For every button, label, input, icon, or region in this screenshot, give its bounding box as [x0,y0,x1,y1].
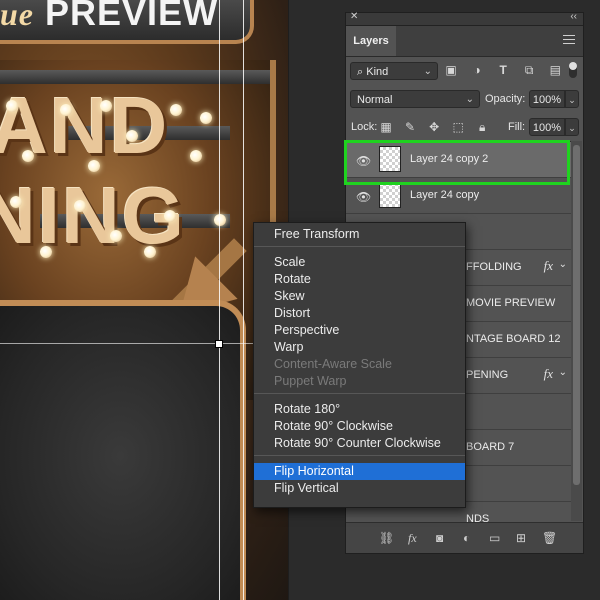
guide-line-vertical[interactable] [219,0,220,600]
lock-row: Lock: ▦ ✎ ✥ ⬚ 🔒︎ Fill: 100% ⌄ [346,113,583,141]
menu-item-flip-vertical[interactable]: Flip Vertical [254,480,465,497]
transform-handle[interactable] [215,340,223,348]
filter-icons: ▣ ◑ T ⧉ ▤ [444,63,571,78]
menu-item-perspective[interactable]: Perspective [254,322,465,339]
menu-item-warp[interactable]: Warp [254,339,465,356]
menu-item-puppet-warp: Puppet Warp [274,374,347,388]
lock-artboard-icon[interactable]: ⬚ [451,120,465,134]
opacity-chevron-icon[interactable]: ⌄ [565,90,579,108]
menu-item-content-aware-scale: Content-Aware Scale [274,357,392,371]
layer-row[interactable]: 👁︎ Layer 24 copy [346,178,571,214]
fill-chevron-icon[interactable]: ⌄ [565,118,579,136]
shape-filter-icon[interactable]: ⧉ [522,63,536,78]
chevron-down-icon[interactable]: ⌄ [559,259,567,270]
menu-item-rotate-180[interactable]: Rotate 180° [254,401,465,418]
banner-script-text: ue [0,0,34,32]
new-group-icon[interactable]: ▭ [489,531,500,545]
tab-layers[interactable]: Layers [346,26,396,56]
collapse-panel-icon[interactable]: ‹‹ [570,11,577,22]
menu-item-rotate[interactable]: Rotate [254,271,465,288]
layer-row[interactable]: 👁︎ Layer 24 copy 2 [346,142,571,178]
trash-icon[interactable]: 🗑︎ [542,531,557,545]
layer-name: PENING [466,369,509,381]
dark-panel-artwork [0,300,246,600]
lock-transparent-icon[interactable]: ▦ [379,120,393,134]
menu-separator [254,393,465,394]
panel-footer: ⛓ fx ◙ ◐ ▭ ⊞ 🗑︎ [346,522,583,553]
marquee-word-2: NING [0,171,186,260]
layer-mask-icon[interactable]: ◙ [436,531,443,545]
chevron-down-icon: ⌄ [465,94,474,105]
menu-separator [254,455,465,456]
lock-all-icon[interactable]: 🔒︎ [475,120,489,135]
layer-name: FFOLDING [466,261,522,273]
layer-name: Layer 24 copy [410,189,480,201]
menu-item-skew[interactable]: Skew [254,288,465,305]
chevron-down-icon: ⌄ [423,66,432,77]
fill-field[interactable]: 100% [529,118,565,136]
image-filter-icon[interactable]: ▣ [444,63,458,77]
close-icon[interactable]: ✕ [350,11,358,22]
layer-thumbnail [379,146,401,172]
lock-image-icon[interactable]: ✎ [403,120,417,134]
type-filter-icon[interactable]: T [496,63,510,77]
chevron-down-icon[interactable]: ⌄ [559,367,567,378]
smart-object-filter-icon[interactable]: ▤ [548,63,562,77]
new-layer-icon[interactable]: ⊞ [516,531,526,545]
layer-name: BOARD 7 [466,441,515,453]
layers-scrollbar[interactable] [571,141,582,521]
layer-name: NTAGE BOARD 12 [466,333,561,345]
guide-line-vertical[interactable] [243,0,244,600]
filter-kind-value: Kind [366,66,389,78]
eye-icon[interactable]: 👁︎ [356,190,371,204]
transform-context-menu: Free Transform Scale Rotate Skew Distort Pers… [253,222,466,508]
panel-titlebar: ✕ ‹‹ [346,11,583,26]
layer-name: MOVIE PREVIEW [466,297,556,309]
search-icon: ⌕ [357,66,364,78]
opacity-label: Opacity: [485,93,526,105]
panel-tabbar: Layers [346,26,583,57]
lock-position-icon[interactable]: ✥ [427,120,441,134]
adjustment-filter-icon[interactable]: ◑ [470,63,484,77]
fx-badge-icon[interactable]: fx [544,366,553,382]
filter-row: ⌕ Kind ⌄ ▣ ◑ T ⧉ ▤ [346,57,583,85]
banner-title-text: PREVIEW [45,0,219,33]
adjustment-layer-icon[interactable]: ◐ [463,531,470,545]
opacity-field[interactable]: 100% [529,90,565,108]
lock-icons: ▦ ✎ ✥ ⬚ 🔒︎ [379,120,496,135]
menu-item-free-transform[interactable]: Free Transform [254,226,465,243]
menu-item-flip-horizontal[interactable]: Flip Horizontal [254,463,465,480]
scrollbar-thumb[interactable] [573,145,580,485]
panel-menu-icon[interactable] [563,35,575,47]
layer-name: Layer 24 copy 2 [410,153,489,165]
eye-icon[interactable]: 👁︎ [356,154,371,168]
menu-item-distort[interactable]: Distort [254,305,465,322]
banner-title: ue PREVIEW [0,0,217,34]
blend-mode-value: Normal [357,94,393,106]
menu-item-scale[interactable]: Scale [254,254,465,271]
filter-kind-dropdown[interactable]: ⌕ Kind ⌄ [350,62,438,80]
fx-badge-icon[interactable]: fx [544,258,553,274]
menu-item-rotate-90-clockwise[interactable]: Rotate 90° Clockwise [254,418,465,435]
layer-name: NDS [466,513,490,522]
lock-label: Lock: [351,121,378,133]
fx-icon[interactable]: fx [408,531,417,546]
layer-thumbnail [379,182,401,208]
link-layers-icon[interactable]: ⛓ [379,531,394,545]
menu-separator [254,246,465,247]
filter-toggle[interactable] [569,62,577,78]
blend-mode-dropdown[interactable]: Normal ⌄ [350,90,480,108]
menu-item-rotate-90-counter-clockwise[interactable]: Rotate 90° Counter Clockwise [254,435,465,452]
blend-row: Normal ⌄ Opacity: 100% ⌄ [346,85,583,113]
fill-label: Fill: [508,121,526,133]
